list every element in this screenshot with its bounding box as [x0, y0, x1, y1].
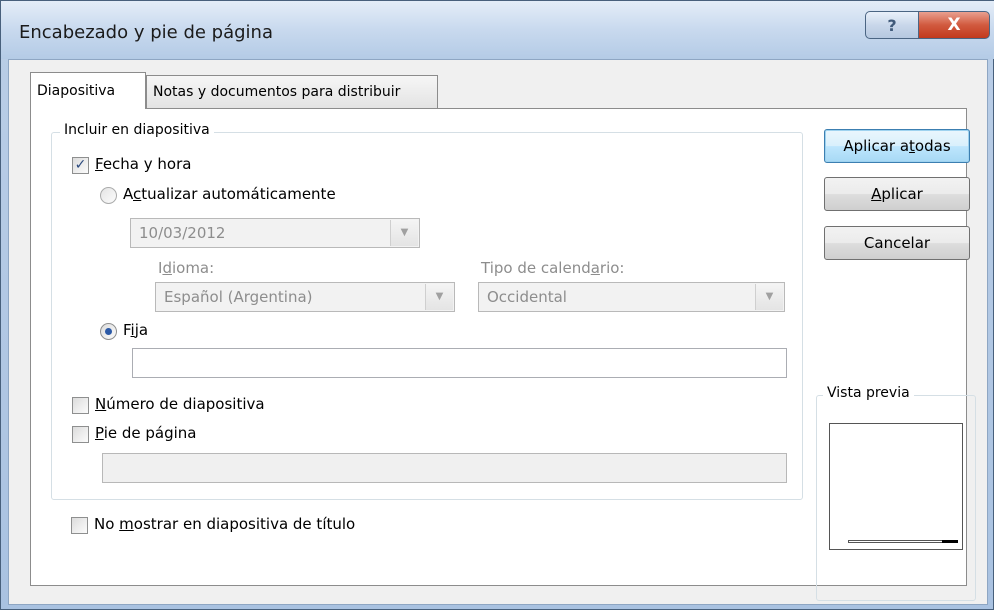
pie-pagina-checkbox[interactable] — [72, 426, 89, 443]
dialog-title: Encabezado y pie de página — [19, 22, 273, 43]
calendario-select[interactable]: Occidental ▼ — [478, 282, 785, 312]
pie-pagina-text-input[interactable] — [102, 453, 787, 483]
radio-selected-dot — [105, 328, 112, 335]
date-format-value: 10/03/2012 — [139, 224, 226, 242]
title-bar[interactable]: Encabezado y pie de página ? X — [1, 1, 994, 59]
aplicar-a-todas-button[interactable]: Aplicar a t odas — [824, 129, 970, 163]
help-icon: ? — [887, 15, 897, 35]
fija-text-input[interactable] — [132, 348, 787, 378]
tab-label: Diapositiva — [37, 83, 116, 99]
preview-footer-placeholder — [848, 540, 942, 543]
cancelar-button[interactable]: Cancelar — [824, 226, 970, 260]
fecha-hora-label[interactable]: Fecha y hora — [95, 155, 191, 173]
idioma-value: Español (Argentina) — [164, 288, 313, 306]
preview-number-placeholder — [942, 540, 958, 543]
help-button[interactable]: ? — [865, 11, 919, 39]
numero-diapositiva-label[interactable]: Número de diapositiva — [95, 395, 265, 413]
close-button[interactable]: X — [918, 11, 990, 39]
actualizar-radio[interactable] — [100, 187, 117, 204]
date-format-select[interactable]: 10/03/2012 ▼ — [130, 218, 420, 248]
vista-previa-group: Vista previa — [816, 385, 976, 601]
tab-notas-documentos[interactable]: Notas y documentos para distribuir — [146, 75, 438, 108]
tab-panel-diapositiva: Incluir en diapositiva ✓ Fecha y hora Ac… — [30, 108, 976, 601]
chevron-down-icon: ▼ — [390, 220, 418, 246]
calendario-value: Occidental — [487, 288, 567, 306]
fija-radio[interactable] — [100, 323, 117, 340]
idioma-label: Idioma: — [158, 259, 215, 277]
group-incluir-en-diapositiva: Incluir en diapositiva ✓ Fecha y hora Ac… — [51, 122, 803, 500]
numero-diapositiva-checkbox[interactable] — [72, 397, 89, 414]
pie-pagina-label[interactable]: Pie de página — [95, 424, 197, 442]
no-mostrar-titulo-checkbox[interactable] — [71, 517, 88, 534]
aplicar-button[interactable]: Aplicar — [824, 177, 970, 211]
actualizar-label[interactable]: Actualizar automáticamente — [123, 185, 336, 203]
close-icon: X — [947, 15, 961, 35]
idioma-select[interactable]: Español (Argentina) ▼ — [155, 282, 455, 312]
dialog-window: Encabezado y pie de página ? X Diapositi… — [0, 0, 994, 610]
slide-preview — [829, 423, 963, 550]
vista-previa-title: Vista previa — [823, 385, 914, 401]
check-icon: ✓ — [74, 157, 87, 173]
chevron-down-icon: ▼ — [755, 284, 783, 310]
fija-label[interactable]: Fija — [123, 321, 148, 339]
tab-diapositiva[interactable]: Diapositiva — [30, 72, 146, 109]
group-title: Incluir en diapositiva — [60, 122, 214, 138]
fecha-hora-checkbox[interactable]: ✓ — [72, 157, 89, 174]
chevron-down-icon: ▼ — [425, 284, 453, 310]
dialog-client-area: Diapositiva Notas y documentos para dist… — [8, 59, 988, 605]
calendario-label: Tipo de calendario: — [481, 259, 625, 277]
tab-label: Notas y documentos para distribuir — [153, 84, 401, 100]
no-mostrar-titulo-label[interactable]: No mostrar en diapositiva de título — [94, 515, 355, 533]
